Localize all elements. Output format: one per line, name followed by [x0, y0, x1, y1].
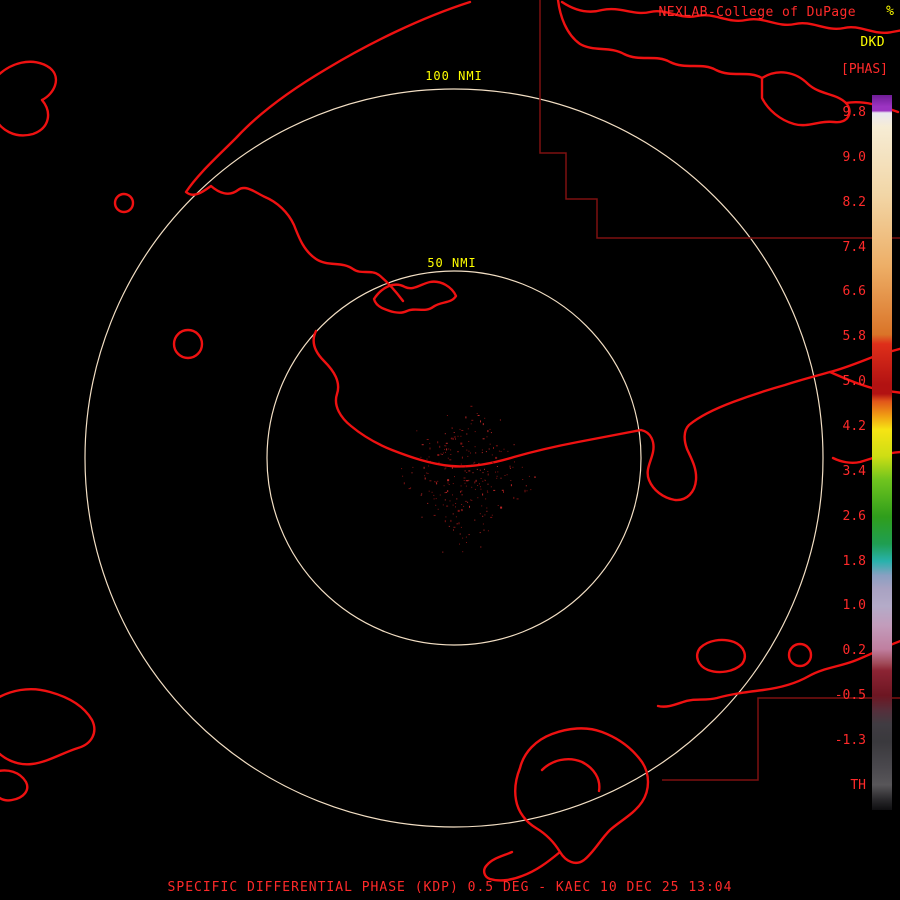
- colorbar-tick: 1.0: [842, 598, 866, 614]
- colorbar-tick: 5.0: [842, 374, 866, 390]
- coastline-lagoon-inner: [540, 758, 601, 793]
- colorbar-tick: 2.6: [842, 508, 866, 524]
- coastline-islet-bottomleft: [0, 769, 29, 802]
- colorbar-tick: TH: [850, 777, 866, 793]
- colorbar-tick: -0.5: [834, 688, 866, 704]
- lake-outline: [172, 328, 204, 360]
- colorbar-tick: 9.0: [842, 149, 866, 165]
- lake-outline: [787, 642, 813, 668]
- radar-display: 100 NMI 50 NMI NEXLAB-College of DuPage …: [0, 0, 900, 900]
- coastline-island-topleft: [0, 60, 58, 137]
- coastline-island-tail: [482, 850, 562, 882]
- coastline-inlet-squiggle: [372, 280, 458, 314]
- site-title: NEXLAB-College of DuPage: [658, 5, 856, 20]
- coastline-central: [312, 329, 900, 502]
- product-caption: SPECIFIC DIFFERENTIAL PHASE (KDP) 0.5 DE…: [167, 880, 733, 895]
- logo-glyph-icon: %: [886, 4, 894, 19]
- map-layer: 100 NMI 50 NMI: [0, 0, 900, 882]
- colorbar-tick: 6.6: [842, 284, 866, 300]
- colorbar-tick: 8.2: [842, 194, 866, 210]
- product-phase-label: [PHAS]: [841, 62, 888, 77]
- colorbar-ticks: 9.8 9.0 8.2 7.4 6.6 5.8 5.0 4.2 3.4 2.6 …: [820, 105, 866, 794]
- ring-label-100nmi: 100 NMI: [425, 69, 483, 83]
- colorbar-tick: -1.3: [834, 733, 866, 749]
- coastline-island-bottomleft: [0, 688, 96, 766]
- range-ring-100nmi: [84, 88, 824, 828]
- colorbar-tick: 1.8: [842, 553, 866, 569]
- ring-labels: 100 NMI 50 NMI: [416, 66, 492, 270]
- product-code: DKD: [860, 35, 885, 50]
- coastline-island-bottomcenter: [514, 727, 650, 864]
- colorbar-tick: 4.2: [842, 419, 866, 435]
- coastline-island-bottomright: [696, 638, 746, 674]
- colorbar-tick: 9.8: [842, 105, 866, 120]
- ring-label-50nmi: 50 NMI: [427, 256, 476, 270]
- colorbar-tick: 0.2: [842, 643, 866, 659]
- colorbar-tick: 7.4: [842, 239, 866, 255]
- colorbar-tick: 3.4: [842, 463, 866, 479]
- coastlines: [0, 0, 900, 882]
- lake-outline: [113, 192, 135, 214]
- range-rings: [84, 88, 824, 828]
- colorbar-tick: 5.8: [842, 329, 866, 345]
- radar-echoes: [401, 405, 536, 553]
- range-ring-50nmi: [266, 270, 642, 646]
- colorbar: [872, 95, 892, 810]
